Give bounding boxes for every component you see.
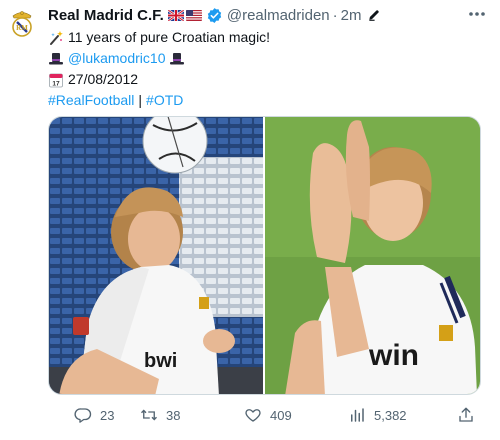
tweet-line-1: 11 years of pure Croatian magic! (48, 27, 270, 48)
photo-left[interactable]: bwi (49, 117, 263, 394)
retweet-icon (141, 409, 157, 421)
share-button[interactable] (457, 406, 475, 424)
more-icon (469, 12, 485, 16)
reply-button[interactable]: 23 (74, 406, 114, 424)
reply-icon (74, 408, 92, 423)
retweet-count: 38 (166, 407, 181, 423)
like-button[interactable]: 409 (244, 406, 292, 424)
views-button[interactable]: 5,382 (348, 406, 407, 424)
mention-link[interactable]: @lukamodric10 (68, 48, 165, 69)
action-bar: 23 38 409 5,382 (48, 404, 486, 426)
tweet-line-2: @lukamodric10 (48, 48, 270, 69)
real-madrid-crest-icon: RM (12, 11, 32, 37)
hashtag-divider: | (138, 92, 143, 108)
verified-badge-icon (206, 7, 223, 24)
uk-flag-icon (167, 9, 184, 21)
calendar-icon: 17 (48, 72, 64, 88)
tweet-timestamp[interactable]: 2m (341, 7, 362, 24)
magic-wand-sparkles-icon (48, 30, 64, 46)
author-name[interactable]: Real Madrid C.F. (48, 7, 164, 24)
media-gallery: bwi win (48, 116, 481, 395)
svg-text:RM: RM (16, 24, 28, 32)
views-count: 5,382 (374, 407, 407, 423)
tweet-line-4: #RealFootball | #OTD (48, 90, 270, 111)
tweet-line-1-text: 11 years of pure Croatian magic! (68, 29, 271, 45)
top-hat-icon (48, 51, 64, 67)
share-icon (459, 407, 473, 422)
pencil-icon (367, 8, 381, 22)
svg-text:bwi: bwi (144, 350, 177, 372)
us-flag-icon (185, 9, 202, 21)
hashtag-otd[interactable]: #OTD (146, 90, 183, 111)
reply-count: 23 (100, 407, 115, 423)
photo-right[interactable]: win (265, 117, 480, 394)
tweet-header: Real Madrid C.F. @realmadriden · 2m (48, 5, 486, 25)
flags (167, 9, 202, 21)
views-chart-icon (351, 408, 364, 422)
svg-text:17: 17 (52, 80, 60, 87)
like-count: 409 (270, 407, 292, 423)
tweet-text: 11 years of pure Croatian magic! @lukamo… (48, 27, 270, 111)
top-hat-icon (169, 51, 185, 67)
heart-icon (245, 409, 261, 422)
more-options-button[interactable] (466, 6, 488, 22)
tweet-date: 27/08/2012 (68, 71, 139, 87)
tweet-card[interactable]: RM Real Madrid C.F. @realmadriden · 2m 1… (0, 0, 500, 440)
avatar[interactable]: RM (8, 6, 36, 40)
author-handle[interactable]: @realmadriden (227, 7, 330, 24)
separator-dot: · (332, 6, 338, 24)
retweet-button[interactable]: 38 (140, 406, 180, 424)
tweet-line-3: 17 27/08/2012 (48, 69, 270, 90)
hashtag-realfootball[interactable]: #RealFootball (48, 90, 134, 111)
svg-text:win: win (368, 339, 419, 372)
